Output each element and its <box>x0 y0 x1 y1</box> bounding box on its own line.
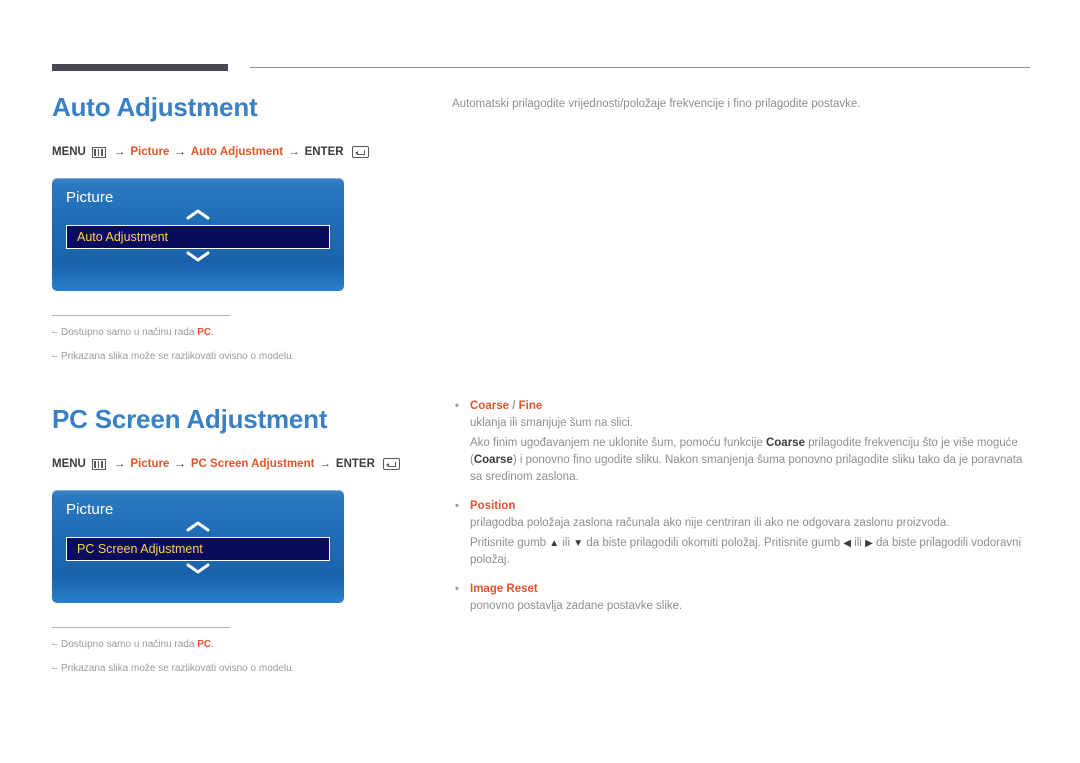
intro-paragraph: Automatski prilagodite vrijednosti/polož… <box>452 98 861 110</box>
osd-selected-item[interactable]: PC Screen Adjustment <box>66 537 330 561</box>
page-title-pc-screen-adjustment: PC Screen Adjustment <box>52 404 328 434</box>
menu-icon <box>91 458 106 470</box>
bullet-term-position: Position <box>470 500 516 512</box>
bullet-term-image-reset: Image Reset <box>470 583 538 595</box>
bullet-dot-icon: • <box>455 400 459 412</box>
chevron-down-icon[interactable] <box>66 250 330 265</box>
menu-path-arrow-1: → <box>113 458 126 470</box>
footnote-text: Dostupno samo u načinu rada <box>61 639 198 650</box>
footnotes-auto-adjustment: – Dostupno samo u načinu rada PC. – Prikaz… <box>52 315 294 364</box>
arrow-right-icon: ▶ <box>865 538 873 549</box>
chevron-down-icon[interactable] <box>66 562 330 577</box>
bullet-line: uklanja ili smanjuje šum na slici. <box>470 417 633 429</box>
osd-selected-item[interactable]: Auto Adjustment <box>66 225 330 249</box>
bullet-image-reset: • Image Reset ponovno postavlja zadane p… <box>452 581 1037 615</box>
osd-title: Picture <box>66 189 114 206</box>
menu-path-menu-label: MENU <box>52 458 86 470</box>
osd-selected-item-label: PC Screen Adjustment <box>77 542 203 556</box>
menu-path-menu-label: MENU <box>52 146 86 158</box>
bullet-text-b: ili <box>559 537 574 549</box>
menu-path-step-auto-adjustment: Auto Adjustment <box>190 146 284 158</box>
enter-icon <box>382 458 400 470</box>
footnote-bold: PC <box>197 327 212 338</box>
footnote-dash: – <box>52 639 58 650</box>
bullet-emphasis-coarse-1: Coarse <box>765 437 805 449</box>
enter-icon <box>351 146 369 158</box>
menu-path-arrow-2: → <box>174 458 186 470</box>
bullet-term-coarse: Coarse <box>470 400 509 412</box>
menu-path-step-pc-screen-adjustment: PC Screen Adjustment <box>190 458 315 470</box>
chevron-up-icon[interactable] <box>66 520 330 535</box>
bullet-line: ponovno postavlja zadane postavke slike. <box>470 600 683 612</box>
bullet-line: Ako finim ugođavanjem ne uklonite šum, p… <box>470 435 1037 486</box>
bullet-dot-icon: • <box>455 583 459 595</box>
footnote-text: Prikazana slika može se razlikovati ovis… <box>61 663 295 674</box>
menu-path-arrow-3: → <box>288 146 300 158</box>
page-title-auto-adjustment: Auto Adjustment <box>52 92 258 122</box>
header-accent-bar <box>52 64 228 71</box>
bullet-heading: • Position <box>452 498 1037 515</box>
footnote-text: Dostupno samo u načinu rada <box>61 327 198 338</box>
bullet-heading: • Image Reset <box>452 581 1037 598</box>
footnotes-divider <box>52 315 230 316</box>
bullet-line: Pritisnite gumb ▲ ili ▼ da biste prilago… <box>470 535 1037 569</box>
footnote-item: – Prikazana slika može se razlikovati ovi… <box>52 662 294 676</box>
menu-path-step-picture: Picture <box>130 146 170 158</box>
arrow-left-icon: ◀ <box>843 538 851 549</box>
menu-path-arrow-3: → <box>319 458 331 470</box>
left-column: Auto Adjustment MENU → Picture → Auto Ad… <box>52 90 442 686</box>
footnote-dash: – <box>52 327 58 338</box>
footnote-dash: – <box>52 351 58 362</box>
menu-icon <box>91 146 106 158</box>
footnote-text: Prikazana slika može se razlikovati ovis… <box>61 351 295 362</box>
footnotes-pc-screen-adjustment: – Dostupno samo u načinu rada PC. – Prikaz… <box>52 627 294 676</box>
bullet-text-a: Ako finim ugođavanjem ne uklonite šum, p… <box>470 437 766 449</box>
header-divider-line <box>250 67 1030 68</box>
osd-panel-auto-adjustment: Picture Auto Adjustment <box>52 178 344 291</box>
footnote-text-tail: . <box>211 639 214 650</box>
bullet-body: ponovno postavlja zadane postavke slike. <box>452 598 1037 615</box>
arrow-down-icon: ▼ <box>573 538 584 549</box>
bullet-coarse-fine: • Coarse / Fine uklanja ili smanjuje šum… <box>452 398 1037 486</box>
menu-path-pc-screen-adjustment: MENU → Picture → PC Screen Adjustment → … <box>52 456 442 472</box>
bullet-text-d: ili <box>851 537 866 549</box>
bullet-heading: • Coarse / Fine <box>452 398 1037 415</box>
bullet-dot-icon: • <box>455 500 459 512</box>
bullet-body: uklanja ili smanjuje šum na slici. Ako f… <box>452 415 1037 486</box>
footnote-dash: – <box>52 663 58 674</box>
menu-path-step-picture: Picture <box>130 458 170 470</box>
arrow-up-icon: ▲ <box>549 538 560 549</box>
bullet-line: prilagodba položaja zaslona računala ako… <box>470 517 950 529</box>
footnote-item: – Dostupno samo u načinu rada PC. <box>52 638 230 652</box>
bullet-text-d: ) i ponovno fino ugodite sliku. Nakon sm… <box>470 454 1023 483</box>
footnote-item: – Dostupno samo u načinu rada PC. <box>52 326 230 340</box>
right-column-bullets: • Coarse / Fine uklanja ili smanjuje šum… <box>452 398 1037 627</box>
footnote-text-tail: . <box>211 327 214 338</box>
menu-path-arrow-2: → <box>174 146 186 158</box>
osd-selected-item-label: Auto Adjustment <box>77 230 169 244</box>
right-column-intro: Automatski prilagodite vrijednosti/polož… <box>452 96 1037 112</box>
footnotes-divider <box>52 627 230 628</box>
menu-path-arrow-1: → <box>113 146 126 158</box>
menu-path-enter-label: ENTER <box>304 146 344 158</box>
bullet-text-c: da biste prilagodili okomiti položaj. Pr… <box>583 537 844 549</box>
bullet-body: prilagodba položaja zaslona računala ako… <box>452 515 1037 569</box>
bullet-term-fine: Fine <box>518 400 543 412</box>
bullet-emphasis-coarse-2: Coarse <box>473 454 513 466</box>
bullet-text-a: Pritisnite gumb <box>470 537 550 549</box>
bullet-term: Coarse / Fine <box>470 398 542 415</box>
bullet-term-separator: / <box>509 400 519 412</box>
footnote-bold: PC <box>197 639 212 650</box>
menu-path-auto-adjustment: MENU → Picture → Auto Adjustment → ENTER <box>52 144 442 160</box>
chevron-up-icon[interactable] <box>66 208 330 223</box>
page: Auto Adjustment MENU → Picture → Auto Ad… <box>0 0 1080 763</box>
bullet-position: • Position prilagodba položaja zaslona r… <box>452 498 1037 569</box>
osd-title: Picture <box>66 501 114 518</box>
footnote-item: – Prikazana slika može se razlikovati ovi… <box>52 350 294 364</box>
osd-panel-pc-screen-adjustment: Picture PC Screen Adjustment <box>52 490 344 603</box>
menu-path-enter-label: ENTER <box>335 458 375 470</box>
